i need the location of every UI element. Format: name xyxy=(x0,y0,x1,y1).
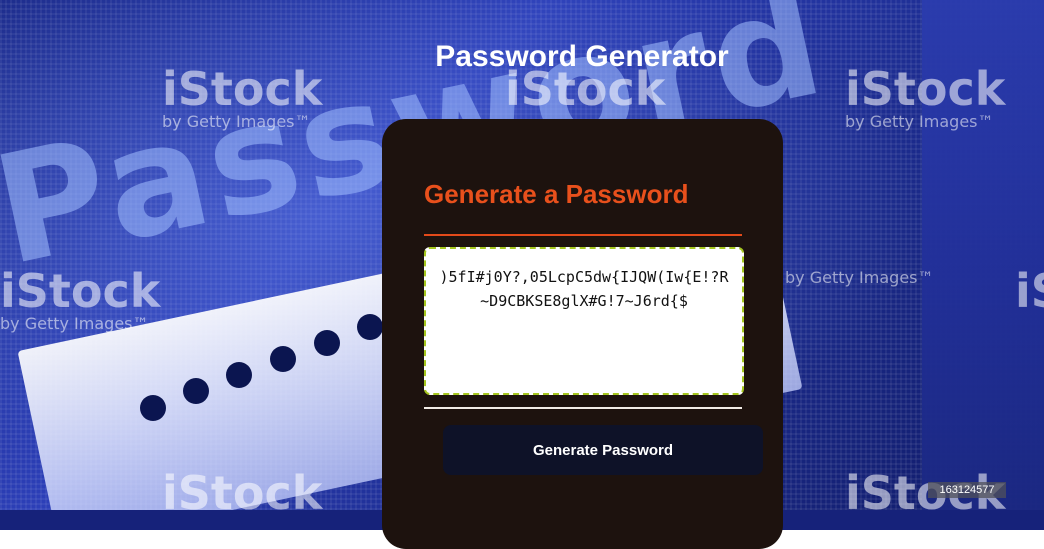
watermark-brand: iStock xyxy=(0,264,161,318)
background-dot xyxy=(270,346,296,372)
watermark-brand: iStock xyxy=(162,62,323,116)
background-dot xyxy=(140,395,166,421)
generate-password-button[interactable]: Generate Password xyxy=(443,425,763,475)
stock-image-id: 163124577 xyxy=(928,482,1006,498)
watermark: iStock by Getty Images™ xyxy=(162,66,322,130)
background-dot xyxy=(183,378,209,404)
watermark-brand: iStock xyxy=(162,466,323,520)
watermark: iStock xyxy=(162,470,322,516)
watermark: iStock xyxy=(1015,268,1044,314)
watermark-brand: iStock xyxy=(845,62,1006,116)
watermark: iStock by Getty Images™ xyxy=(845,66,1005,130)
watermark: by Getty Images™ xyxy=(785,268,934,286)
page-title: Password Generator xyxy=(435,40,729,73)
output-divider xyxy=(424,407,742,409)
password-output[interactable]: )5fI#j0Y?,05LcpC5dw{IJQW(Iw{E!?R~D9CBKSE… xyxy=(424,247,744,395)
background-dot xyxy=(357,314,383,340)
watermark-tagline: by Getty Images™ xyxy=(0,314,149,333)
watermark: iStock by Getty Images™ xyxy=(0,268,160,332)
background-dot xyxy=(314,330,340,356)
watermark-tagline: by Getty Images™ xyxy=(845,112,994,131)
card-heading: Generate a Password xyxy=(424,179,689,209)
watermark-tagline: by Getty Images™ xyxy=(162,112,311,131)
background-dot xyxy=(226,362,252,388)
watermark-brand: iStock xyxy=(1015,264,1044,318)
heading-divider xyxy=(424,234,742,236)
watermark-tagline: by Getty Images™ xyxy=(785,268,934,287)
password-generator-card: Generate a Password )5fI#j0Y?,05LcpC5dw{… xyxy=(382,119,783,549)
